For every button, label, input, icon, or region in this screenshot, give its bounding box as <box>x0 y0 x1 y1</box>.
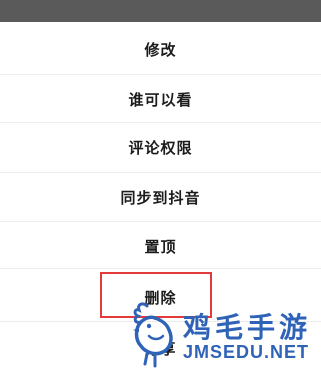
watermark-domain: JMSEDU.NET <box>183 342 310 362</box>
menu-item-edit[interactable]: 修改 <box>0 25 321 73</box>
menu-item-label: 同步到抖音 <box>120 188 201 207</box>
menu-item-sync-to-douyin[interactable]: 同步到抖音 <box>0 173 321 221</box>
rooster-logo-icon <box>133 302 173 368</box>
divider <box>0 268 321 269</box>
menu-item-label: 置顶 <box>144 237 177 256</box>
menu-item-pin-top[interactable]: 置顶 <box>0 222 321 270</box>
dimmed-overlay[interactable] <box>0 0 321 22</box>
menu-item-who-can-see[interactable]: 谁可以看 <box>0 75 321 123</box>
watermark: 鸡毛手游 JMSEDU.NET <box>125 300 321 373</box>
screen: 修改 谁可以看 评论权限 同步到抖音 置顶 删除 分享 <box>0 0 321 373</box>
menu-item-label: 评论权限 <box>128 138 193 157</box>
menu-item-label: 修改 <box>144 40 177 59</box>
watermark-title: 鸡毛手游 <box>183 311 312 344</box>
menu-item-label: 谁可以看 <box>128 90 193 109</box>
menu-item-comment-permission[interactable]: 评论权限 <box>0 123 321 171</box>
